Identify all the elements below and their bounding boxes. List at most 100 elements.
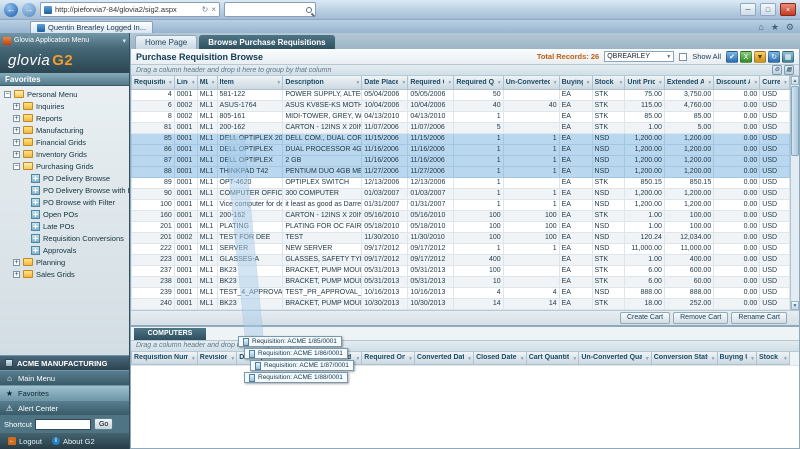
expand-icon[interactable]: + bbox=[13, 115, 20, 122]
tree-item-planning[interactable]: +Planning bbox=[0, 256, 129, 268]
filter-icon[interactable]: ▼ bbox=[754, 51, 766, 63]
filter-funnel-icon[interactable]: ▼ bbox=[191, 356, 196, 362]
tree-item-po-delivery-browse[interactable]: PO Delivery Browse bbox=[0, 172, 129, 184]
filter-funnel-icon[interactable]: ▼ bbox=[753, 80, 758, 86]
filter-funnel-icon[interactable]: ▼ bbox=[355, 356, 360, 362]
star-icon[interactable]: ★ bbox=[769, 21, 781, 33]
cart-col-required-on[interactable]: Required On▼ bbox=[362, 352, 415, 365]
cart-col-buying-um[interactable]: Buying UM▼ bbox=[717, 352, 756, 365]
logout-link[interactable]: ← Logout bbox=[8, 437, 42, 446]
tree-item-inquiries[interactable]: +Inquiries bbox=[0, 100, 129, 112]
filter-funnel-icon[interactable]: ▼ bbox=[408, 356, 413, 362]
requisition-row[interactable]: 810001ML1200-162CARTON - 12INS X 20INS11… bbox=[132, 122, 790, 133]
tree-item-financial-grids[interactable]: +Financial Grids bbox=[0, 136, 129, 148]
filter-funnel-icon[interactable]: ▼ bbox=[276, 80, 281, 86]
tree-item-inventory-grids[interactable]: +Inventory Grids bbox=[0, 148, 129, 160]
col-stock-status[interactable]: Stock Status▼ bbox=[592, 76, 625, 89]
requisition-row[interactable]: 80002ML1805-161MIDI-TOWER, GREY, W/O04/1… bbox=[132, 111, 790, 122]
filter-funnel-icon[interactable]: ▼ bbox=[401, 80, 406, 86]
search-input[interactable] bbox=[224, 2, 316, 17]
col-buying-um[interactable]: Buying UM▼ bbox=[559, 76, 592, 89]
refresh-icon[interactable]: ↻ bbox=[202, 5, 209, 14]
scroll-down-icon[interactable]: ▼ bbox=[791, 301, 799, 310]
grid-layout-icon[interactable]: ▦ bbox=[784, 65, 794, 75]
cart-col-un-converted-quantity[interactable]: Un-Converted Quantity▼ bbox=[579, 352, 651, 365]
stop-icon[interactable]: × bbox=[211, 5, 216, 14]
col-discount-amount[interactable]: Discount Amount▼ bbox=[714, 76, 760, 89]
filter-funnel-icon[interactable]: ▼ bbox=[645, 356, 650, 362]
tab-home-page[interactable]: Home Page bbox=[135, 35, 197, 49]
cart-col-description[interactable]: Description▼ bbox=[237, 352, 309, 365]
cart-tab-computers[interactable]: COMPUTERS bbox=[134, 328, 206, 340]
save-layout-icon[interactable]: ✔ bbox=[726, 51, 738, 63]
col-unit-price[interactable]: Unit Price▼ bbox=[625, 76, 664, 89]
filter-funnel-icon[interactable]: ▼ bbox=[191, 80, 196, 86]
requisition-row[interactable]: 2010001ML1PLATINGPLATING FOR OC FAIR 300… bbox=[132, 221, 790, 232]
tree-item-po-browse-with-filter[interactable]: PO Browse with Filter bbox=[0, 196, 129, 208]
remove-cart-button[interactable]: Remove Cart bbox=[673, 312, 728, 324]
filter-funnel-icon[interactable]: ▼ bbox=[168, 80, 173, 86]
filter-funnel-icon[interactable]: ▼ bbox=[572, 356, 577, 362]
col-date-placed[interactable]: Date Placed▼ bbox=[362, 76, 408, 89]
refresh-icon[interactable]: ↻ bbox=[768, 51, 780, 63]
favorites-header[interactable]: Favorites bbox=[0, 73, 129, 86]
shortcut-input[interactable] bbox=[35, 419, 91, 430]
requisition-row[interactable]: 870001ML1DELL OPTIPLEX2 GB11/16/200611/1… bbox=[132, 155, 790, 166]
col-requisition-n[interactable]: Requisition N▼ bbox=[132, 76, 175, 89]
tree-item-reports[interactable]: +Reports bbox=[0, 112, 129, 124]
filter-funnel-icon[interactable]: ▼ bbox=[467, 356, 472, 362]
column-chooser-icon[interactable]: ▦ bbox=[782, 51, 794, 63]
cart-col-revision[interactable]: Revision▼ bbox=[197, 352, 236, 365]
filter-funnel-icon[interactable]: ▼ bbox=[711, 356, 716, 362]
requisition-row[interactable]: 880001ML1THINKPAD T42PENTIUM DUO 4GB MEM… bbox=[132, 166, 790, 177]
col-required-quantity[interactable]: Required Quantity▼ bbox=[454, 76, 503, 89]
filter-funnel-icon[interactable]: ▼ bbox=[750, 356, 755, 362]
col-currency[interactable]: Currency▼ bbox=[760, 76, 790, 89]
tree-item-open-pos[interactable]: Open POs bbox=[0, 208, 129, 220]
tree-item-approvals[interactable]: Approvals bbox=[0, 244, 129, 256]
requisition-row[interactable]: 2230001ML1GLASSES-AGLASSES, SAFETY TYPE … bbox=[132, 254, 790, 265]
filter-funnel-icon[interactable]: ▼ bbox=[783, 80, 788, 86]
requisition-row[interactable]: 60002ML1ASUS-1764ASUS KV8SE-KS MOTHER10/… bbox=[132, 100, 790, 111]
tree-item-personal-menu[interactable]: −Personal Menu bbox=[0, 88, 129, 100]
pin-icon[interactable]: ▾ bbox=[122, 37, 126, 45]
tree-item-manufacturing[interactable]: +Manufacturing bbox=[0, 124, 129, 136]
go-button[interactable]: Go bbox=[94, 418, 113, 430]
sidebar-button-main-menu[interactable]: ⌂Main Menu bbox=[0, 370, 129, 385]
cart-col-cart-quantity[interactable]: Cart Quantity▼ bbox=[526, 352, 579, 365]
filter-funnel-icon[interactable]: ▼ bbox=[783, 356, 788, 362]
filter-funnel-icon[interactable]: ▼ bbox=[658, 80, 663, 86]
filter-funnel-icon[interactable]: ▼ bbox=[707, 80, 712, 86]
requisition-row[interactable]: 2370001ML1BK23BRACKET, PUMP MOUNTI05/31/… bbox=[132, 265, 790, 276]
sidebar-button-alert-center[interactable]: ⚠Alert Center bbox=[0, 400, 129, 415]
back-icon[interactable]: ← bbox=[4, 3, 18, 17]
create-cart-button[interactable]: Create Cart bbox=[620, 312, 670, 324]
requisition-row[interactable]: 2400001ML1BK23BRACKET, PUMP MOUNTI10/30/… bbox=[132, 298, 790, 309]
expand-icon[interactable]: + bbox=[13, 103, 20, 110]
col-description[interactable]: Description▼ bbox=[283, 76, 362, 89]
sidebar-button-favorites[interactable]: ★Favorites bbox=[0, 385, 129, 400]
user-select[interactable]: QBREARLEY ▼ bbox=[604, 51, 674, 62]
cart-col-requisition-number[interactable]: Requisition Number▼ bbox=[132, 352, 198, 365]
requisition-row[interactable]: 860001ML1DELL OPTIPLEXDUAL PROCESSOR 4GB… bbox=[132, 144, 790, 155]
filter-funnel-icon[interactable]: ▼ bbox=[586, 80, 591, 86]
col-line[interactable]: Line▼ bbox=[174, 76, 197, 89]
expand-icon[interactable]: + bbox=[13, 151, 20, 158]
filter-funnel-icon[interactable]: ▼ bbox=[230, 356, 235, 362]
requisition-row[interactable]: 890001ML1OPT-4620OPTIPLEX SWITCH12/13/20… bbox=[132, 177, 790, 188]
cart-col-converted-date[interactable]: Converted Date▼ bbox=[414, 352, 473, 365]
about-link[interactable]: i About G2 bbox=[52, 437, 95, 446]
requisition-row[interactable]: 1600001ML1200-162CARTON - 12INS X 20INS0… bbox=[132, 210, 790, 221]
requisition-row[interactable]: 2010002ML1TEST FOR DEETEST11/30/201011/3… bbox=[132, 232, 790, 243]
expand-icon[interactable]: + bbox=[13, 127, 20, 134]
show-all-checkbox[interactable] bbox=[679, 53, 687, 61]
close-button[interactable]: × bbox=[780, 3, 796, 16]
requisition-row[interactable]: 900001ML1COMPUTER OFFICE300 COMPUTER01/0… bbox=[132, 188, 790, 199]
address-bar[interactable]: http://pieforvia7-84/glovia2/sig2.aspx ↻… bbox=[40, 2, 220, 17]
requisition-row[interactable]: 2390001ML1TEST_4_APPROVALTEST_PR_APPROVA… bbox=[132, 287, 790, 298]
expand-icon[interactable]: + bbox=[13, 139, 20, 146]
settings-icon[interactable]: ⚙ bbox=[772, 65, 782, 75]
filter-funnel-icon[interactable]: ▼ bbox=[447, 80, 452, 86]
tree-item-sales-grids[interactable]: +Sales Grids bbox=[0, 268, 129, 280]
cart-col-closed-date[interactable]: Closed Date▼ bbox=[474, 352, 527, 365]
